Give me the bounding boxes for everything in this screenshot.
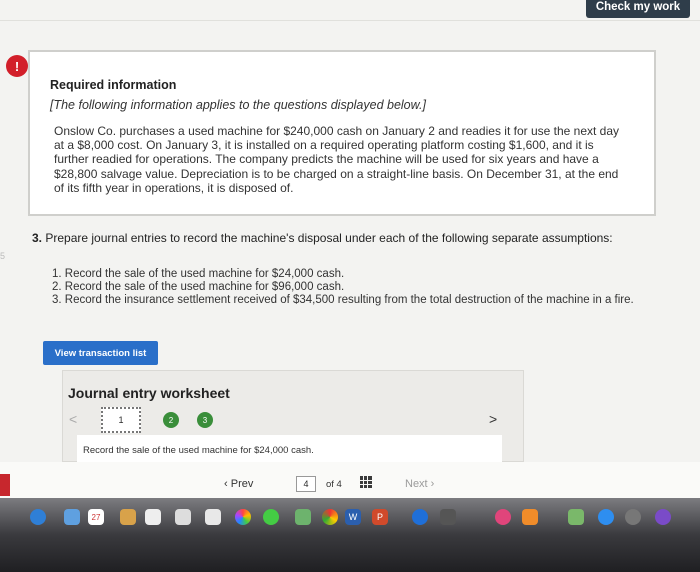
messages-icon[interactable]	[263, 509, 279, 525]
facetime-icon[interactable]	[295, 509, 311, 525]
itunes-icon[interactable]	[495, 509, 511, 525]
side-mark: 5	[0, 251, 6, 261]
top-divider	[0, 20, 700, 21]
required-information-box: Required information [The following info…	[28, 50, 656, 216]
notes-icon[interactable]	[120, 509, 136, 525]
app-icon[interactable]	[655, 509, 671, 525]
powerpoint-icon[interactable]: P	[372, 509, 388, 525]
prev-button[interactable]: ‹ Prev	[224, 478, 253, 490]
word-icon[interactable]: W	[345, 509, 361, 525]
chrome-icon[interactable]	[322, 509, 338, 525]
info-body: Onslow Co. purchases a used machine for …	[54, 124, 620, 195]
requirement-item: 2. Record the sale of the used machine f…	[52, 281, 345, 293]
question-title: 3. Prepare journal entries to record the…	[32, 231, 613, 245]
appstore-icon[interactable]	[598, 509, 614, 525]
quicktime-icon[interactable]	[412, 509, 428, 525]
requirement-item: 3. Record the insurance settlement recei…	[52, 294, 634, 306]
alert-icon: !	[6, 55, 28, 77]
imovie-icon[interactable]	[440, 509, 456, 525]
side-tab[interactable]	[0, 474, 10, 496]
page-number-input[interactable]: 4	[296, 476, 316, 492]
info-subtitle: [The following information applies to th…	[50, 98, 426, 112]
info-title: Required information	[50, 78, 177, 92]
books-icon[interactable]	[522, 509, 538, 525]
chevron-left-icon[interactable]: <	[69, 411, 77, 427]
prev-label: Prev	[230, 478, 254, 490]
question-number: 3.	[32, 231, 43, 245]
question-text: Prepare journal entries to record the ma…	[45, 231, 613, 245]
page-count: of 4	[326, 479, 342, 490]
stickies-icon[interactable]	[205, 509, 221, 525]
calendar-icon[interactable]: 27	[88, 509, 104, 525]
view-transaction-list-button[interactable]: View transaction list	[43, 341, 158, 365]
worksheet-step-2[interactable]: 2	[163, 412, 179, 428]
pagination-bar	[0, 462, 700, 498]
worksheet-panel: Record the sale of the used machine for …	[77, 435, 502, 463]
worksheet-title: Journal entry worksheet	[68, 385, 230, 401]
requirement-list: 1. Record the sale of the used machine f…	[52, 268, 634, 307]
worksheet-description: Record the sale of the used machine for …	[83, 445, 314, 456]
requirement-item: 1. Record the sale of the used machine f…	[52, 268, 345, 280]
grid-icon[interactable]	[360, 476, 372, 488]
worksheet-step-3[interactable]: 3	[197, 412, 213, 428]
worksheet-step-1[interactable]: 1	[101, 407, 141, 433]
check-my-work-button[interactable]: Check my work	[586, 0, 690, 18]
photos-icon[interactable]	[235, 509, 251, 525]
photos-app-icon[interactable]	[175, 509, 191, 525]
next-label: Next	[405, 478, 428, 490]
maps-icon[interactable]	[568, 509, 584, 525]
reminders-icon[interactable]	[145, 509, 161, 525]
chevron-right-icon[interactable]: >	[489, 411, 497, 427]
system-preferences-icon[interactable]	[625, 509, 641, 525]
next-button[interactable]: Next ›	[405, 478, 434, 490]
safari-icon[interactable]	[30, 509, 46, 525]
finder-icon[interactable]	[64, 509, 80, 525]
journal-entry-worksheet: Journal entry worksheet < 1 2 3 > Record…	[62, 370, 524, 463]
